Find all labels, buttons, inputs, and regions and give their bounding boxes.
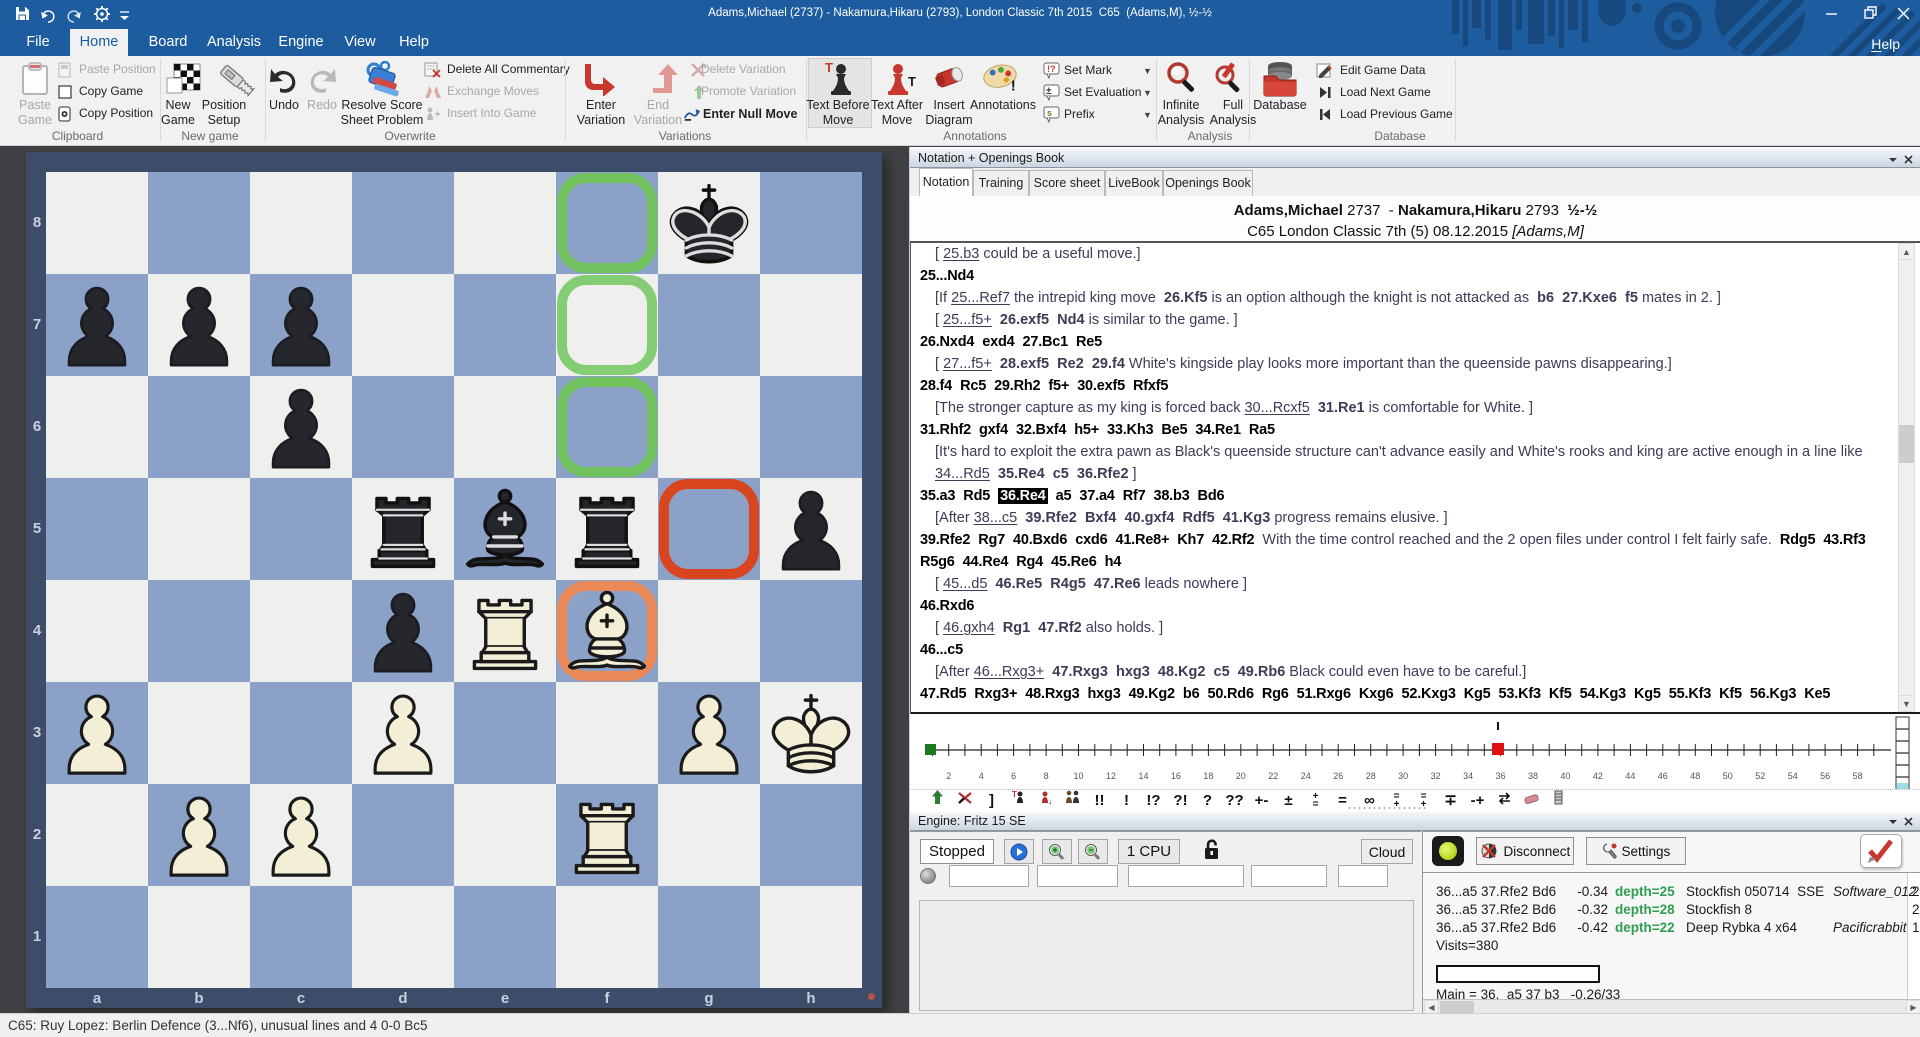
svg-text:14: 14 bbox=[1138, 771, 1148, 781]
svg-text:38: 38 bbox=[1528, 771, 1538, 781]
svg-text:T: T bbox=[908, 74, 916, 89]
svg-text:34: 34 bbox=[1463, 771, 1473, 781]
svg-text:!?: !? bbox=[1047, 64, 1056, 74]
svg-text:52: 52 bbox=[1755, 771, 1765, 781]
svg-text:s: s bbox=[1047, 108, 1052, 118]
svg-text:8: 8 bbox=[1044, 771, 1049, 781]
svg-text:42: 42 bbox=[1593, 771, 1603, 781]
svg-text:±: ± bbox=[1046, 86, 1052, 97]
svg-text:2: 2 bbox=[946, 771, 951, 781]
svg-text:58: 58 bbox=[1853, 771, 1863, 781]
svg-text:40: 40 bbox=[1560, 771, 1570, 781]
svg-text:28: 28 bbox=[1366, 771, 1376, 781]
svg-text:44: 44 bbox=[1625, 771, 1635, 781]
svg-text:46: 46 bbox=[1658, 771, 1668, 781]
svg-text:T: T bbox=[825, 60, 833, 75]
svg-text:48: 48 bbox=[1690, 771, 1700, 781]
svg-text:36: 36 bbox=[1495, 771, 1505, 781]
svg-text:T: T bbox=[1012, 790, 1017, 799]
svg-text:6: 6 bbox=[1011, 771, 1016, 781]
svg-text:4: 4 bbox=[979, 771, 984, 781]
svg-text:32: 32 bbox=[1431, 771, 1441, 781]
svg-text:50: 50 bbox=[1723, 771, 1733, 781]
svg-text:!: ! bbox=[1011, 79, 1016, 95]
svg-text:↓: ↓ bbox=[1048, 797, 1052, 805]
svg-text:20: 20 bbox=[1236, 771, 1246, 781]
svg-text:22: 22 bbox=[1268, 771, 1278, 781]
svg-text:16: 16 bbox=[1171, 771, 1181, 781]
svg-text:24: 24 bbox=[1301, 771, 1311, 781]
svg-text:18: 18 bbox=[1203, 771, 1213, 781]
svg-text:26: 26 bbox=[1333, 771, 1343, 781]
svg-text:12: 12 bbox=[1106, 771, 1116, 781]
svg-text:30: 30 bbox=[1398, 771, 1408, 781]
svg-text:10: 10 bbox=[1073, 771, 1083, 781]
svg-text:54: 54 bbox=[1788, 771, 1798, 781]
svg-text:56: 56 bbox=[1820, 771, 1830, 781]
